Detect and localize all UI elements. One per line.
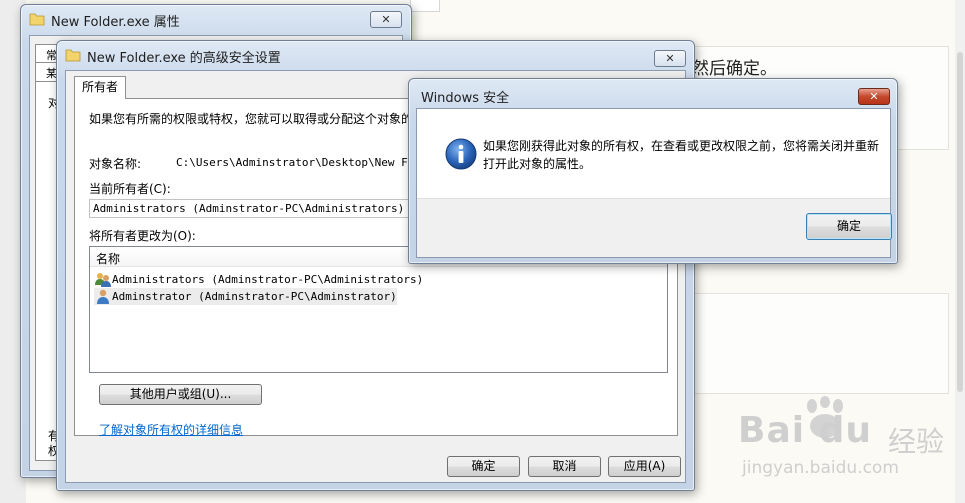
list-item-label: Adminstrator (Adminstrator-PC\Adminstrat… [112, 290, 397, 303]
background-step-text: 然后确定。 [692, 59, 777, 79]
folder-icon [65, 49, 81, 62]
learn-more-link[interactable]: 了解对象所有权的详细信息 [99, 421, 243, 438]
close-button[interactable]: ✕ [370, 11, 402, 28]
ok-button[interactable]: 确定 [447, 456, 520, 477]
column-name-label: 名称 [96, 252, 121, 266]
group-users-icon [95, 273, 111, 287]
windows-security-dialog[interactable]: Windows 安全 ✕ 如果您刚获得此对象的所有权，在查看或更改权限之前，您将… [408, 78, 898, 264]
window-title: New Folder.exe 的高级安全设置 [87, 51, 281, 66]
list-item[interactable]: Administrators (Adminstrator-PC\Administ… [94, 271, 423, 288]
other-users-button[interactable]: 其他用户或组(U)... [99, 384, 262, 405]
list-item[interactable]: Adminstrator (Adminstrator-PC\Adminstrat… [94, 288, 397, 305]
object-name-value: C:\Users\Adminstrator\Desktop\New Folde [176, 156, 435, 169]
ok-button[interactable]: 确定 [806, 213, 892, 240]
list-item-label: Administrators (Adminstrator-PC\Administ… [112, 273, 424, 286]
close-button[interactable]: ✕ [654, 50, 686, 67]
background-image-card [655, 293, 949, 394]
tab-owner[interactable]: 所有者 [74, 76, 127, 99]
window-title: Windows 安全 [421, 91, 510, 106]
cancel-button[interactable]: 取消 [528, 456, 601, 477]
object-name-label: 对象名称: [89, 157, 142, 171]
watermark-brand-text: 经验 [888, 425, 945, 458]
folder-icon [29, 13, 45, 26]
user-icon [97, 289, 109, 304]
security-message: 如果您刚获得此对象的所有权，在查看或更改权限之前，您将需关闭并重新打开此对象的属… [483, 139, 880, 171]
baidu-watermark: Bai du 经验 jingyan.baidu.com [738, 396, 948, 496]
current-owner-field[interactable]: Administrators (Adminstrator-PC\Administ… [89, 199, 429, 218]
watermark-logo-text: Bai du [738, 410, 873, 451]
watermark-url: jingyan.baidu.com [742, 458, 899, 478]
change-owner-label: 将所有者更改为(O): [89, 229, 196, 243]
background-top-box [410, 0, 440, 12]
intro-text: 如果您有所需的权限或特权，您就可以取得或分配这个对象的 [89, 112, 414, 126]
apply-button[interactable]: 应用(A) [608, 456, 681, 477]
current-owner-label: 当前所有者(C): [89, 182, 171, 196]
window-title: New Folder.exe 属性 [51, 15, 180, 30]
dialog-footer: 确定 [417, 198, 892, 257]
security-client-area: 如果您刚获得此对象的所有权，在查看或更改权限之前，您将需关闭并重新打开此对象的属… [416, 108, 892, 258]
info-icon [445, 138, 477, 170]
page-scrollbar-thumb[interactable] [957, 52, 963, 392]
owner-list[interactable]: 名称 Administrators (Adminstrator-PC\Admin… [89, 246, 668, 373]
close-button[interactable]: ✕ [858, 88, 890, 105]
